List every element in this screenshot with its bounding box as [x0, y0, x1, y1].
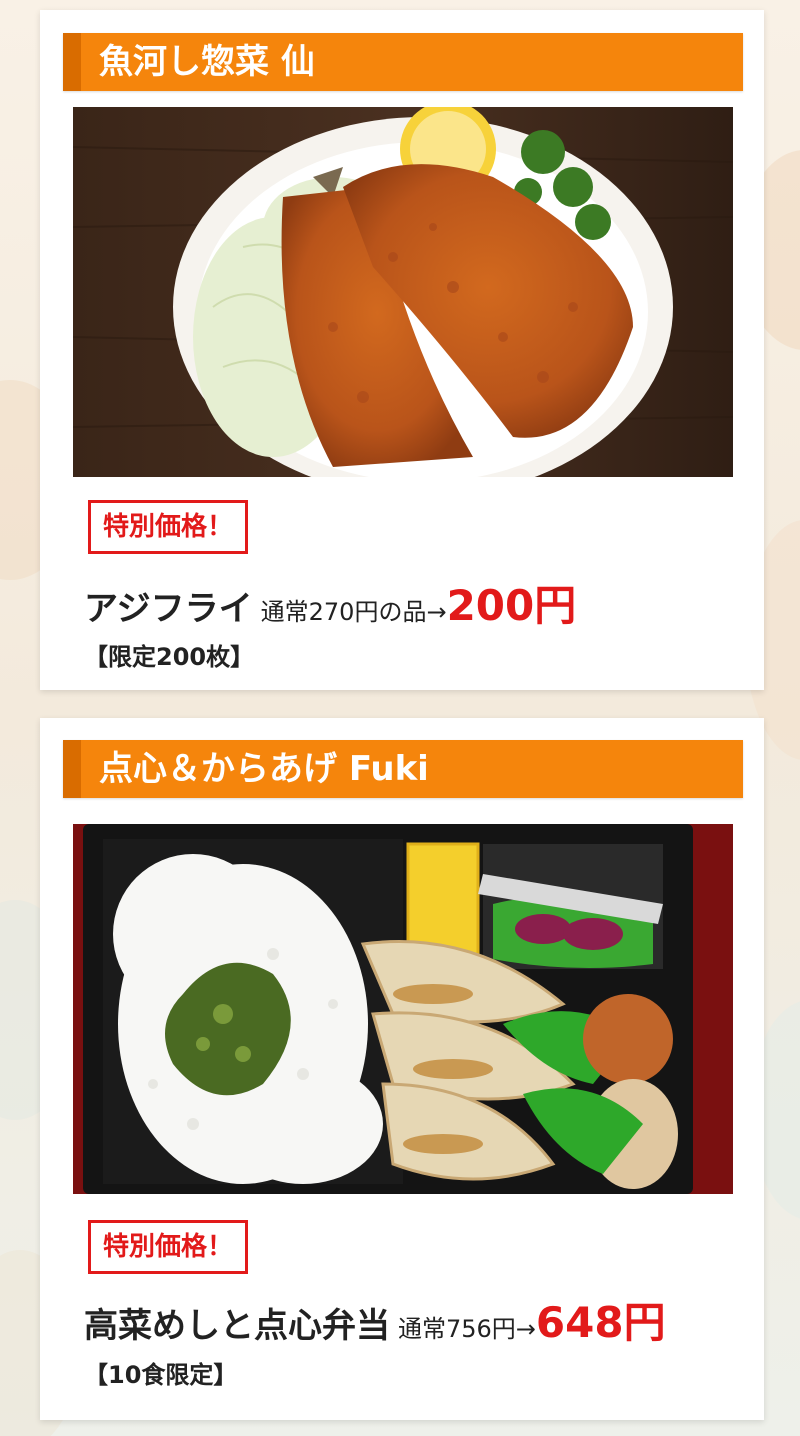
shop-name: 魚河し惣菜 仙 — [99, 42, 315, 82]
price-line: 高菜めしと点心弁当 通常756円→648円 — [84, 1289, 666, 1350]
sale-price: 200円 — [446, 581, 577, 630]
shop-header: 魚河し惣菜 仙 — [63, 33, 743, 91]
shop-name: 点心＆からあげ Fuki — [99, 749, 429, 789]
sale-price: 648円 — [535, 1298, 666, 1347]
special-price-badge: 特別価格！ — [88, 1220, 249, 1274]
quantity-limit: 【限定200枚】 — [84, 643, 255, 671]
regular-price: 通常270円の品→ — [260, 598, 447, 626]
quantity-limit: 【10食限定】 — [84, 1361, 238, 1389]
item-name: 高菜めしと点心弁当 — [84, 1306, 390, 1346]
regular-price: 通常756円→ — [398, 1315, 536, 1343]
bento-box-photo — [73, 824, 733, 1194]
price-line: アジフライ 通常270円の品→200円 — [84, 572, 576, 633]
shop-header: 点心＆からあげ Fuki — [63, 740, 743, 798]
shop-card: 点心＆からあげ Fuki 特別価格！ 高菜めしと点心弁当 通常756円→648円… — [40, 718, 764, 1420]
special-price-badge: 特別価格！ — [88, 500, 249, 554]
item-name: アジフライ — [84, 589, 253, 629]
fried-horse-mackerel-photo — [73, 107, 733, 477]
shop-card: 魚河し惣菜 仙 特別価格！ アジフライ 通常270円の品→200円 【限定200… — [40, 10, 764, 690]
